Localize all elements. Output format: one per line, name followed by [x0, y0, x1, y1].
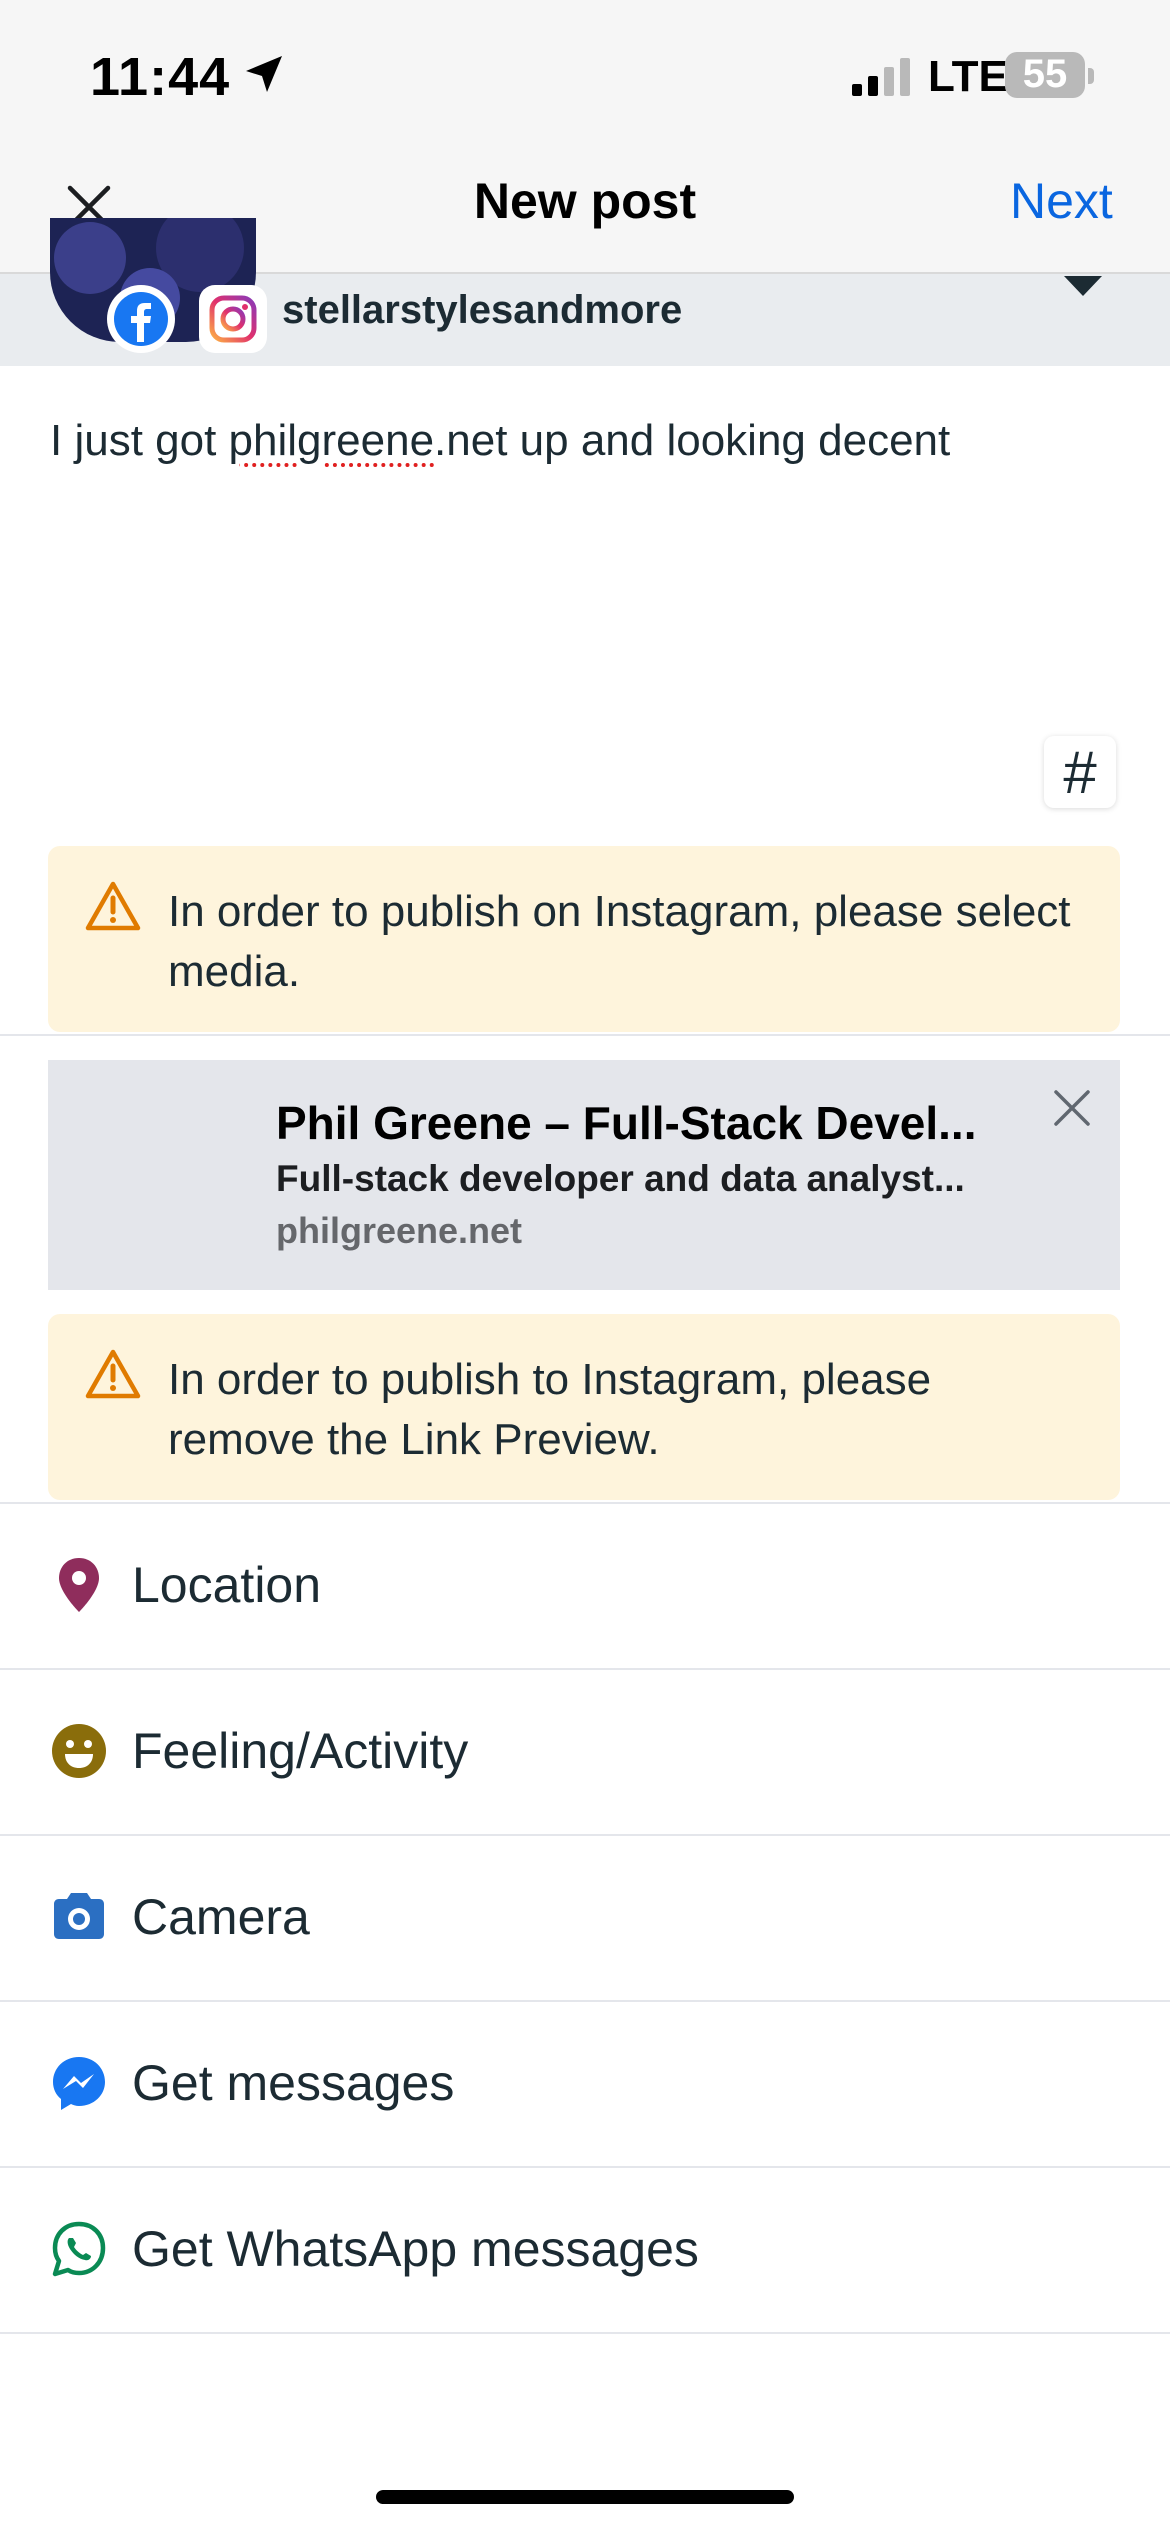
warning-icon: [85, 1349, 141, 1399]
network-type: LTE: [928, 52, 1008, 101]
misspelled-word: philgreene: [228, 416, 435, 465]
whatsapp-icon: [52, 2221, 106, 2277]
remove-preview-icon[interactable]: [1050, 1086, 1094, 1130]
facebook-icon: [107, 285, 175, 353]
location-pin-icon: [59, 1558, 99, 1612]
status-time: 11:44: [90, 47, 231, 107]
option-label: Get messages: [132, 2055, 455, 2111]
account-name: stellarstylesandmore: [282, 288, 683, 332]
post-text-end: .net up and looking decent: [434, 416, 951, 465]
post-text-start: I just got: [50, 416, 229, 465]
hashtag-button[interactable]: #: [1044, 736, 1116, 808]
battery-level: 55: [1022, 52, 1068, 96]
location-arrow-icon: [246, 56, 282, 92]
instagram-icon: [199, 285, 267, 353]
next-button[interactable]: Next: [1010, 172, 1113, 230]
messenger-icon: [53, 2057, 105, 2110]
post-text-input[interactable]: I just got philgreene.net up and looking…: [50, 416, 950, 466]
option-label: Location: [132, 1557, 322, 1613]
option-label: Get WhatsApp messages: [132, 2221, 699, 2277]
camera-icon: [54, 1893, 104, 1939]
link-preview-url: philgreene.net: [276, 1210, 523, 1251]
link-preview-title: Phil Greene – Full-Stack Devel...: [276, 1097, 977, 1149]
warning-text: In order to publish on Instagram, please…: [168, 887, 1071, 996]
divider: [0, 1034, 1170, 1036]
chevron-down-icon[interactable]: [1062, 272, 1104, 300]
warning-text: In order to publish to Instagram, please…: [168, 1355, 932, 1464]
warning-icon: [85, 881, 141, 931]
smiley-icon: [52, 1724, 106, 1778]
option-label: Feeling/Activity: [132, 1723, 469, 1779]
home-indicator[interactable]: [376, 2490, 794, 2504]
signal-icon: [852, 58, 910, 96]
option-label: Camera: [132, 1889, 310, 1945]
link-preview-description: Full-stack developer and data analyst...: [276, 1158, 965, 1199]
battery-nub: [1088, 68, 1094, 84]
